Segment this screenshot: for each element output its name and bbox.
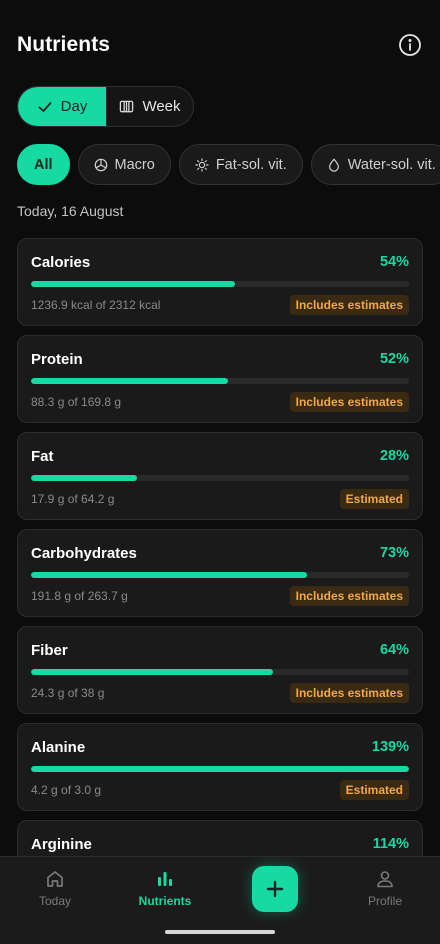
nav-today[interactable]: Today <box>10 869 100 908</box>
progress-track <box>31 281 409 287</box>
nutrient-percent: 114% <box>372 836 409 852</box>
nutrient-percent: 139% <box>371 739 409 755</box>
week-toggle-button[interactable]: Week <box>106 87 193 126</box>
nutrient-card-fat[interactable]: Fat 28% 17.9 g of 64.2 g Estimated <box>17 432 423 520</box>
home-icon <box>47 871 63 887</box>
progress-fill <box>31 281 236 287</box>
nutrient-percent: 52% <box>379 351 409 367</box>
info-button[interactable] <box>397 32 423 58</box>
nav-nutrients[interactable]: Nutrients <box>120 869 210 908</box>
nutrient-card-fiber[interactable]: Fiber 64% 24.3 g of 38 g Includes estima… <box>17 626 423 714</box>
nutrient-amount: 17.9 g of 64.2 g <box>31 492 115 506</box>
progress-track <box>31 766 409 772</box>
nutrient-name: Fat <box>31 447 54 465</box>
date-label: Today, 16 August <box>17 203 124 219</box>
progress-track <box>31 475 409 481</box>
page-title: Nutrients <box>17 33 111 56</box>
nutrient-name: Alanine <box>31 738 86 756</box>
nutrient-card-alanine[interactable]: Alanine 139% 4.2 g of 3.0 g Estimated <box>17 723 423 811</box>
day-toggle-button[interactable]: Day <box>18 87 106 126</box>
progress-track <box>31 669 409 675</box>
droplet-icon <box>328 158 339 172</box>
estimate-badge: Estimated <box>339 780 409 800</box>
nutrient-name: Protein <box>31 350 83 368</box>
progress-fill <box>31 572 307 578</box>
header: Nutrients <box>17 28 423 62</box>
home-indicator <box>165 930 275 934</box>
nutrient-card-protein[interactable]: Protein 52% 88.3 g of 169.8 g Includes e… <box>17 335 423 423</box>
calendar-week-icon <box>120 100 134 113</box>
progress-fill <box>31 669 273 675</box>
nutrient-name: Fiber <box>31 641 68 659</box>
nutrient-amount: 191.8 g of 263.7 g <box>31 589 128 603</box>
estimate-badge: Includes estimates <box>289 295 409 315</box>
filter-chip-macro[interactable]: Macro <box>77 144 171 185</box>
nutrient-name: Calories <box>31 253 91 271</box>
filter-chip-all[interactable]: All <box>17 144 70 185</box>
progress-fill <box>31 766 409 772</box>
week-label: Week <box>142 98 181 115</box>
estimate-badge: Estimated <box>339 489 409 509</box>
check-icon <box>38 101 52 112</box>
filter-chip-label: All <box>34 156 53 173</box>
nav-label: Today <box>38 894 72 908</box>
nutrient-list: Calories 54% 1236.9 kcal of 2312 kcal In… <box>17 238 423 917</box>
nutrient-card-carbohydrates[interactable]: Carbohydrates 73% 191.8 g of 263.7 g Inc… <box>17 529 423 617</box>
estimate-badge: Includes estimates <box>289 586 409 606</box>
estimate-badge: Includes estimates <box>289 392 409 412</box>
nutrient-filter-chips: All Macro Fat-sol. vit. Water-sol. vit. <box>17 144 440 185</box>
user-icon <box>377 871 393 888</box>
nutrient-percent: 54% <box>379 254 409 270</box>
info-icon <box>399 34 421 56</box>
sun-icon <box>195 157 209 172</box>
nutrient-percent: 64% <box>379 642 409 658</box>
nutrient-name: Carbohydrates <box>31 544 137 562</box>
progress-track <box>31 378 409 384</box>
add-entry-button[interactable] <box>252 866 298 912</box>
day-label: Day <box>60 98 88 115</box>
filter-chip-label: Water-sol. vit. <box>347 156 436 173</box>
filter-chip-fat-soluble-vitamins[interactable]: Fat-sol. vit. <box>178 144 303 185</box>
filter-chip-label: Macro <box>114 156 155 173</box>
plus-icon <box>266 880 284 898</box>
nutrient-amount: 88.3 g of 169.8 g <box>31 395 122 409</box>
filter-chip-label: Fat-sol. vit. <box>215 156 287 173</box>
nav-profile[interactable]: Profile <box>340 869 430 908</box>
nav-label: Profile <box>367 894 402 908</box>
estimate-badge: Includes estimates <box>289 683 409 703</box>
nutrient-amount: 1236.9 kcal of 2312 kcal <box>31 298 161 312</box>
nutrient-percent: 28% <box>379 448 409 464</box>
bottom-navigation: Today Nutrients Profile <box>0 856 440 944</box>
nutrient-amount: 24.3 g of 38 g <box>31 686 105 700</box>
progress-track <box>31 572 409 578</box>
nutrients-screen: Nutrients Day Week All Macro Fat-sol. vi… <box>0 0 440 944</box>
nutrient-percent: 73% <box>379 545 409 561</box>
nutrient-amount: 4.2 g of 3.0 g <box>31 783 102 797</box>
nav-label: Nutrients <box>138 894 192 908</box>
period-toggle: Day Week <box>17 86 194 127</box>
nutrient-name: Arginine <box>31 835 92 853</box>
progress-fill <box>31 475 137 481</box>
bar-chart-icon <box>158 872 172 886</box>
progress-fill <box>31 378 228 384</box>
pie-chart-icon <box>94 158 107 171</box>
filter-chip-water-soluble-vitamins[interactable]: Water-sol. vit. <box>310 144 440 185</box>
nutrient-card-calories[interactable]: Calories 54% 1236.9 kcal of 2312 kcal In… <box>17 238 423 326</box>
